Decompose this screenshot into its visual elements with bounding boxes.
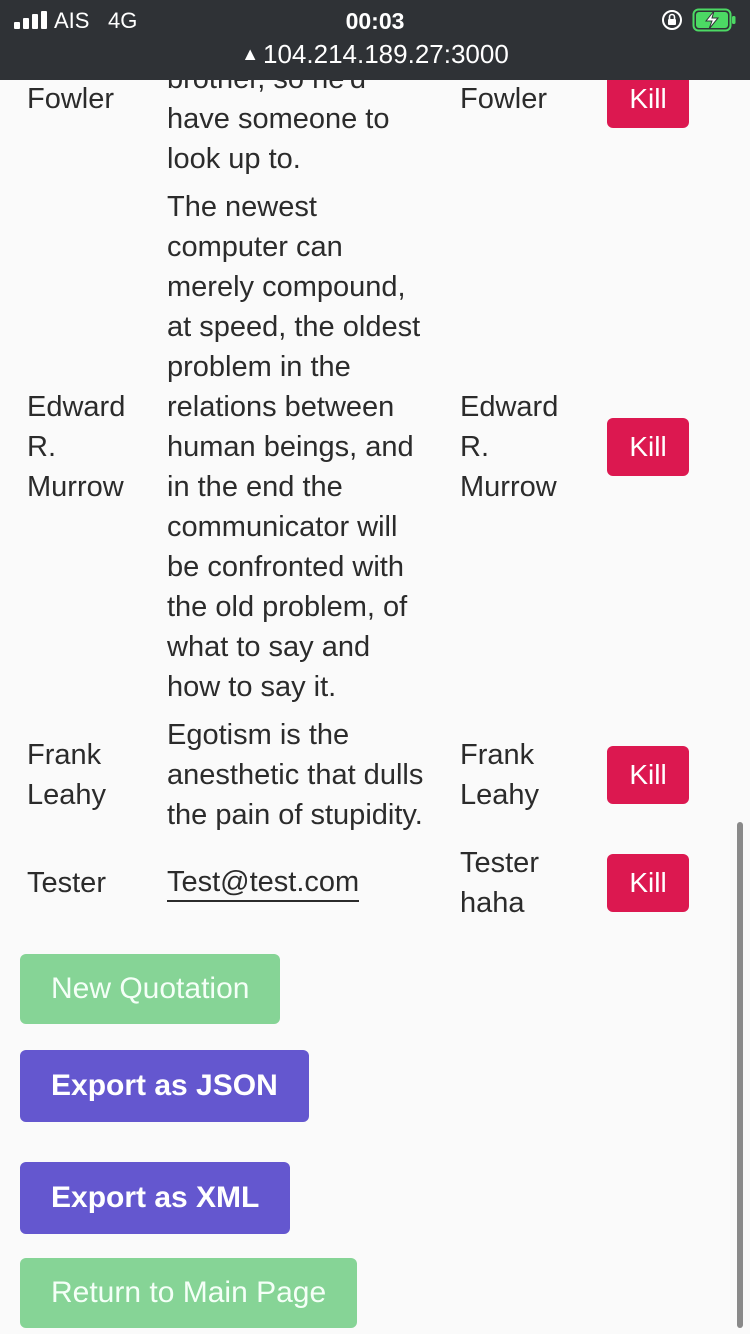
kill-button[interactable]: Kill xyxy=(607,854,689,912)
action-cell: Kill xyxy=(607,187,689,707)
author-cell: Tester xyxy=(27,867,106,899)
quote-cell: Egotism is the anesthetic that dulls the… xyxy=(167,719,424,831)
warning-icon: ▲ xyxy=(241,44,260,64)
posted-by-cell: Frank Leahy xyxy=(460,739,540,811)
new-quotation-button[interactable]: New Quotation xyxy=(20,954,281,1024)
table-row: Frank Leahy Egotism is the anesthetic th… xyxy=(0,715,750,835)
export-json-button[interactable]: Export as JSON xyxy=(20,1050,309,1122)
email-link[interactable]: Test@test.com xyxy=(167,864,360,902)
kill-button[interactable]: Kill xyxy=(607,418,689,476)
kill-button[interactable]: Kill xyxy=(607,746,689,804)
author-cell: Frank Leahy xyxy=(27,739,107,811)
posted-by-cell: Edward R. Murrow xyxy=(460,391,559,503)
clock: 00:03 xyxy=(345,8,405,34)
return-main-page-button[interactable]: Return to Main Page xyxy=(20,1258,358,1328)
posted-by-cell: Tester haha xyxy=(460,847,539,919)
author-cell: Edward R. Murrow xyxy=(27,391,126,503)
quote-cell: The newest computer can merely compound,… xyxy=(167,191,421,703)
action-cell: Kill xyxy=(607,715,689,835)
quote-cell: Test@test.com xyxy=(167,843,453,923)
address-bar[interactable]: ▲ 104.214.189.27:3000 xyxy=(0,37,750,71)
status-bar: AIS 4G 00:03 ▲ 104.214.189.27:3000 xyxy=(0,0,750,80)
table-row: Tester Test@test.com Tester haha Kill xyxy=(0,843,750,923)
battery-charging-icon xyxy=(692,8,736,32)
orientation-lock-icon xyxy=(662,10,682,30)
export-xml-button[interactable]: Export as XML xyxy=(20,1162,291,1234)
url-text: 104.214.189.27:3000 xyxy=(263,39,509,69)
action-cell: Kill xyxy=(607,843,689,923)
scrollbar[interactable] xyxy=(737,822,743,1328)
table-row: Edward R. Murrow The newest computer can… xyxy=(0,187,750,707)
